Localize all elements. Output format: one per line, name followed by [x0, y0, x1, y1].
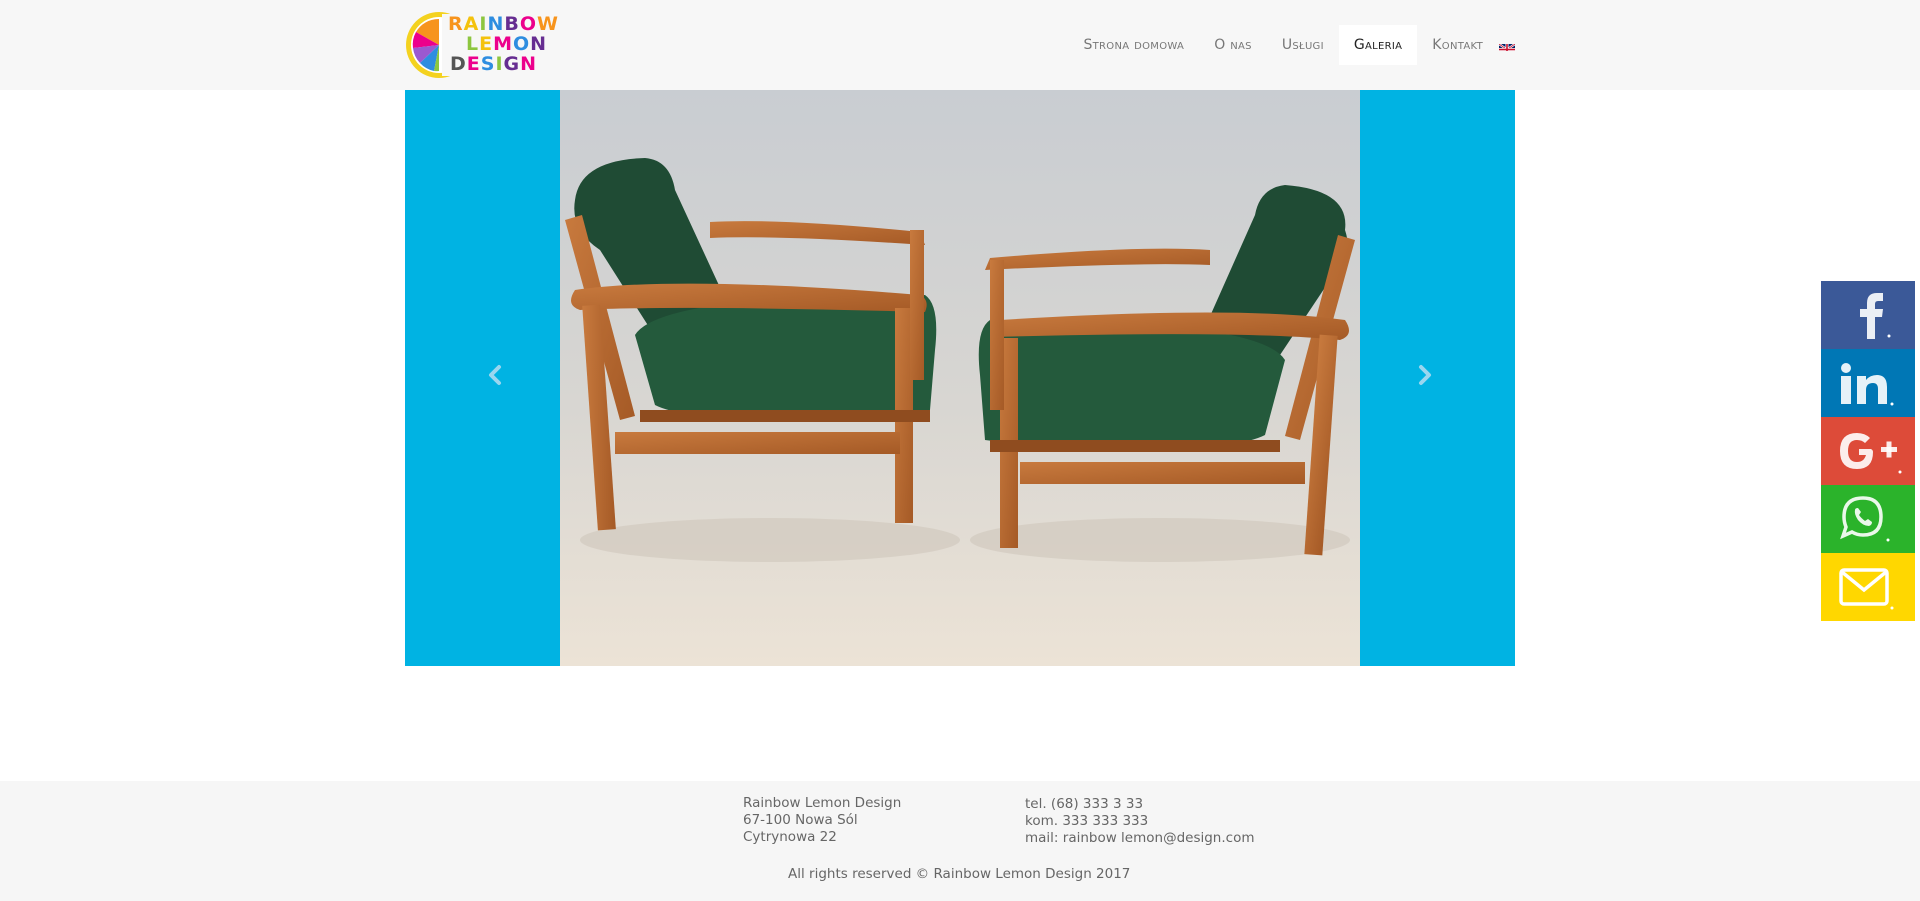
chevron-left-icon: [489, 365, 501, 385]
mail-icon: [1839, 568, 1894, 610]
footer-tel: tel. (68) 333 3 33: [1025, 796, 1144, 812]
nav-item-home[interactable]: Strona domowa: [1068, 25, 1199, 65]
email-button[interactable]: [1821, 553, 1915, 621]
logo-text: RAINBOW LEMON DESIGN: [448, 14, 568, 74]
footer-postal: 67-100 Nowa Sól: [743, 812, 858, 828]
slider-prev-button[interactable]: [475, 355, 515, 395]
site-header: RAINBOW LEMON DESIGN Strona domowa O nas…: [0, 0, 1920, 90]
logo-line-lemon: LEMON: [466, 33, 548, 55]
nav-item-gallery[interactable]: Galeria: [1338, 25, 1418, 65]
footer-street: Cytrynowa 22: [743, 829, 837, 845]
slider-next-button[interactable]: [1405, 355, 1445, 395]
google-plus-icon: [1840, 433, 1902, 474]
linkedin-icon: [1841, 363, 1894, 406]
chevron-right-icon: [1419, 365, 1431, 385]
footer-mail[interactable]: mail: rainbow lemon@design.com: [1025, 830, 1255, 847]
gallery-slider: [405, 90, 1515, 666]
linkedin-button[interactable]: [1821, 349, 1915, 417]
uk-flag-icon[interactable]: [1499, 40, 1515, 51]
nav-item-contact[interactable]: Kontakt: [1417, 25, 1498, 65]
footer-contact: tel. (68) 333 3 33 kom. 333 333 333 mail…: [1025, 796, 1255, 847]
whatsapp-icon: [1840, 496, 1890, 542]
footer-company: Rainbow Lemon Design: [743, 795, 902, 811]
logo-line-rainbow: RAINBOW: [448, 13, 559, 35]
facebook-icon: [1860, 293, 1891, 339]
footer-address: Rainbow Lemon Design 67-100 Nowa Sól Cyt…: [743, 795, 901, 846]
site-logo[interactable]: RAINBOW LEMON DESIGN: [404, 10, 558, 82]
google-plus-button[interactable]: [1821, 417, 1915, 485]
social-sidebar: [1821, 281, 1915, 621]
main-nav: Strona domowa O nas Usługi Galeria Konta…: [1068, 25, 1515, 65]
footer-mobile: kom. 333 333 333: [1025, 813, 1149, 829]
whatsapp-button[interactable]: [1821, 485, 1915, 553]
nav-item-about[interactable]: O nas: [1199, 25, 1267, 65]
site-footer: Rainbow Lemon Design 67-100 Nowa Sól Cyt…: [0, 781, 1920, 901]
facebook-button[interactable]: [1821, 281, 1915, 349]
gallery-image: [560, 90, 1360, 666]
nav-item-services[interactable]: Usługi: [1267, 25, 1339, 65]
footer-copyright: All rights reserved © Rainbow Lemon Desi…: [788, 866, 1131, 882]
logo-line-design: DESIGN: [450, 53, 538, 75]
